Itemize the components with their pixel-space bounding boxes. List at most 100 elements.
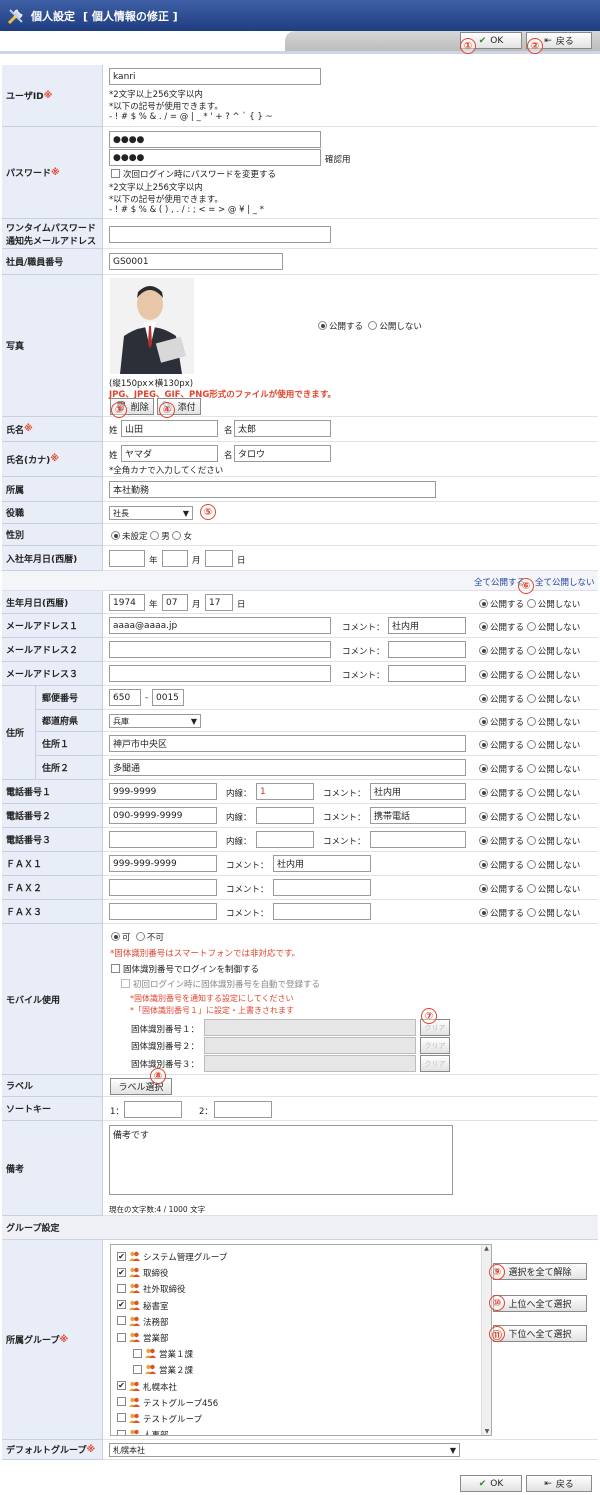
kana-mei-input[interactable] <box>234 445 331 462</box>
mail1-input[interactable] <box>109 617 331 634</box>
checkbox[interactable] <box>111 169 120 178</box>
group-list-item[interactable]: 法務部 <box>117 1314 227 1330</box>
mail1-visibility[interactable]: 公開する 公開しない <box>479 621 580 633</box>
group-list-item[interactable]: 営業部 <box>117 1330 227 1346</box>
all-private-link[interactable]: 全て公開しない <box>535 576 595 588</box>
group-checkbox[interactable]: ✔ <box>117 1267 126 1277</box>
sortkey1-input[interactable] <box>124 1101 182 1118</box>
group-listbox[interactable]: ✔ システム管理グループ ✔ 取締役 社外取締役 ✔ 秘書室 法務部 営業部 営業１課 営業２課 ✔ 札… <box>110 1244 492 1436</box>
otp-email-input[interactable] <box>109 226 331 243</box>
addr2-input[interactable] <box>109 759 466 776</box>
mail2-input[interactable] <box>109 641 331 658</box>
tel2-input[interactable] <box>109 807 217 824</box>
radio-public[interactable] <box>479 599 488 608</box>
group-checkbox[interactable] <box>117 1397 126 1407</box>
photo-visibility[interactable]: 公開する 公開しない <box>318 320 422 332</box>
radio-private[interactable] <box>526 599 536 608</box>
deselect-all-button[interactable]: 選択を全て解除 <box>493 1263 587 1280</box>
scroll-down-icon[interactable]: ▼ <box>482 1428 491 1435</box>
group-list-item[interactable]: ✔ システム管理グループ <box>117 1249 227 1265</box>
tel1-visibility[interactable]: 公開する 公開しない <box>479 787 580 799</box>
joined-month-input[interactable] <box>162 550 188 567</box>
pref-select[interactable]: 兵庫 ▼ <box>109 714 201 728</box>
group-list-item[interactable]: ✔ 札幌本社 <box>117 1379 227 1395</box>
radio-allow[interactable] <box>111 932 120 941</box>
mail3-visibility[interactable]: 公開する 公開しない <box>479 669 580 681</box>
select-parent-button[interactable]: 上位へ全て選択 <box>493 1295 587 1312</box>
mail1-comment-input[interactable] <box>388 617 466 634</box>
mobile-autoreg-checkbox[interactable]: 初回ログイン時に固体識別番号を自動で登録する <box>121 978 320 990</box>
birth-month-input[interactable] <box>162 594 188 611</box>
radio-public[interactable] <box>479 646 488 655</box>
ok-button-bottom[interactable]: ✔ OK <box>460 1475 522 1492</box>
group-list-item[interactable]: ✔ 秘書室 <box>117 1298 227 1314</box>
tel3-visibility[interactable]: 公開する 公開しない <box>479 835 580 847</box>
birth-day-input[interactable] <box>205 594 233 611</box>
radio-public[interactable] <box>479 694 488 703</box>
group-list-item[interactable]: ✔ 取締役 <box>117 1265 227 1281</box>
addr1-visibility[interactable]: 公開する 公開しない <box>479 739 580 751</box>
tel1-ext-input[interactable] <box>256 783 314 800</box>
radio-public[interactable] <box>479 670 488 679</box>
group-list-item[interactable]: 営業２課 <box>117 1362 227 1378</box>
radio-private[interactable] <box>526 694 536 703</box>
fax2-input[interactable] <box>109 879 217 896</box>
fax1-input[interactable] <box>109 855 217 872</box>
radio-private[interactable] <box>526 764 536 773</box>
joined-day-input[interactable] <box>205 550 233 567</box>
radio-public[interactable] <box>479 740 488 749</box>
password-confirm-input[interactable] <box>109 149 321 166</box>
radio-private[interactable] <box>526 670 536 679</box>
group-checkbox[interactable] <box>117 1316 126 1326</box>
group-checkbox[interactable]: ✔ <box>117 1300 126 1310</box>
position-select[interactable]: 社長 ▼ <box>109 506 193 520</box>
addr2-visibility[interactable]: 公開する 公開しない <box>479 763 580 775</box>
radio-public[interactable] <box>479 812 488 821</box>
addr1-input[interactable] <box>109 735 466 752</box>
fax2-comment-input[interactable] <box>273 879 371 896</box>
gender-radio-group[interactable]: 未設定 男 女 <box>111 530 192 542</box>
tel3-input[interactable] <box>109 831 217 848</box>
mobile-id2-clear-button[interactable]: クリア <box>420 1037 450 1054</box>
radio-private[interactable] <box>368 321 378 330</box>
radio-private[interactable] <box>526 646 536 655</box>
mail2-comment-input[interactable] <box>388 641 466 658</box>
userid-input[interactable] <box>109 68 321 85</box>
radio-public[interactable] <box>318 321 327 330</box>
radio-public[interactable] <box>479 884 488 893</box>
password-input[interactable] <box>109 131 321 148</box>
radio-public[interactable] <box>479 908 488 917</box>
radio-private[interactable] <box>526 622 536 631</box>
defgroup-select[interactable]: 札幌本社 ▼ <box>109 1443 460 1457</box>
group-checkbox[interactable] <box>133 1364 142 1374</box>
fax1-visibility[interactable]: 公開する 公開しない <box>479 859 580 871</box>
mail2-visibility[interactable]: 公開する 公開しない <box>479 645 580 657</box>
fax3-comment-input[interactable] <box>273 903 371 920</box>
kana-sei-input[interactable] <box>121 445 218 462</box>
scroll-up-icon[interactable]: ▲ <box>482 1245 491 1252</box>
group-checkbox[interactable] <box>117 1429 126 1435</box>
group-checkbox[interactable]: ✔ <box>117 1251 126 1261</box>
zip2-input[interactable] <box>152 689 184 706</box>
mail3-input[interactable] <box>109 665 331 682</box>
pref-visibility[interactable]: 公開する 公開しない <box>479 716 580 728</box>
group-list-item[interactable]: 営業１課 <box>117 1346 227 1362</box>
tel3-ext-input[interactable] <box>256 831 314 848</box>
mail3-comment-input[interactable] <box>388 665 466 682</box>
tel2-comment-input[interactable] <box>370 807 466 824</box>
radio-public[interactable] <box>479 836 488 845</box>
radio-private[interactable] <box>526 884 536 893</box>
group-checkbox[interactable] <box>117 1413 126 1423</box>
back-button-bottom[interactable]: ⇤ 戻る <box>526 1475 592 1492</box>
radio-private[interactable] <box>526 788 536 797</box>
dept-input[interactable] <box>109 481 436 498</box>
checkbox[interactable] <box>111 964 120 973</box>
group-checkbox[interactable]: ✔ <box>117 1381 126 1391</box>
checkbox[interactable] <box>121 979 130 988</box>
zip-visibility[interactable]: 公開する 公開しない <box>479 693 580 705</box>
group-list-item[interactable]: 社外取締役 <box>117 1281 227 1297</box>
radio-private[interactable] <box>526 836 536 845</box>
tel1-input[interactable] <box>109 783 217 800</box>
fax2-visibility[interactable]: 公開する 公開しない <box>479 883 580 895</box>
zip1-input[interactable] <box>109 689 141 706</box>
